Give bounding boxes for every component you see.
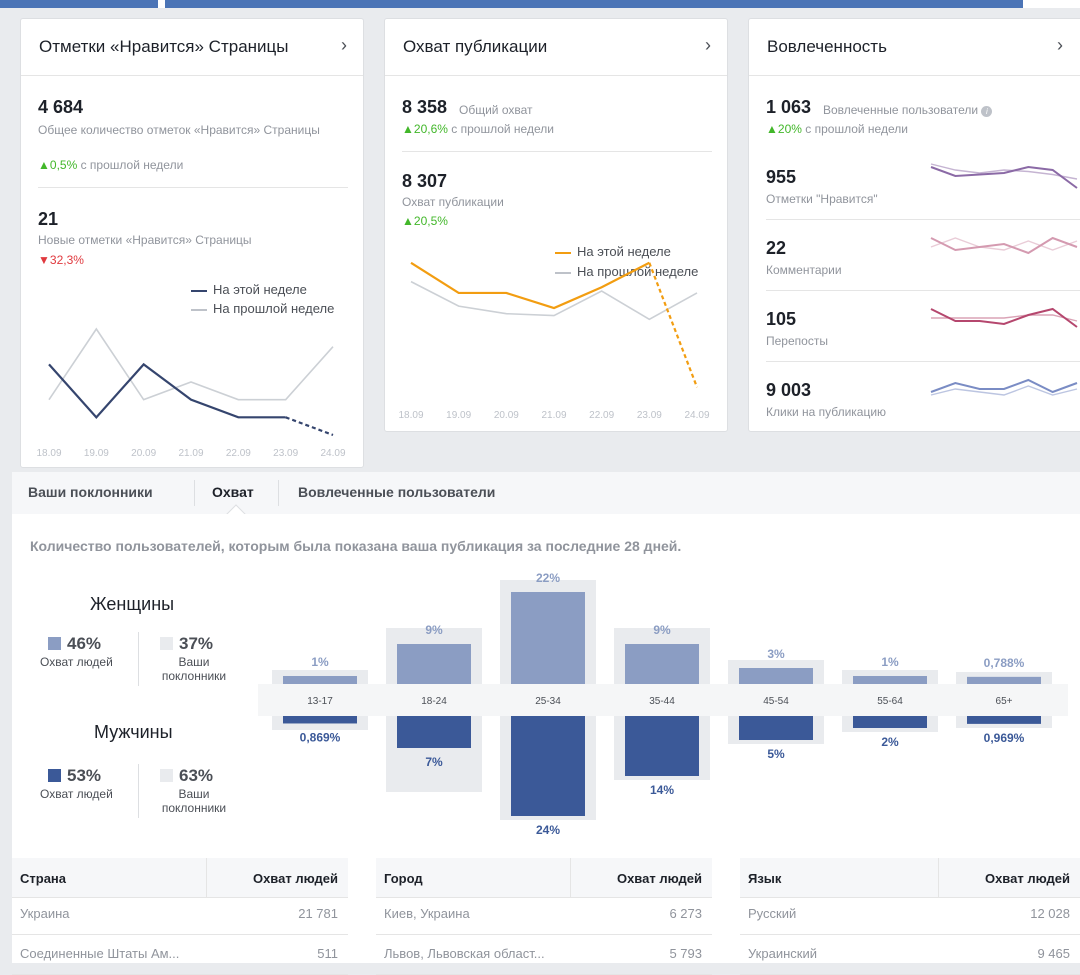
date-tick: 21.09: [178, 448, 203, 459]
row-divider: [12, 934, 348, 935]
women-pct-label: 1%: [881, 655, 899, 669]
men-pct-label: 0,969%: [984, 731, 1025, 745]
table-header: Город Охват людей: [376, 858, 712, 898]
table-cell-name: Украина: [20, 906, 70, 921]
women-pct-label: 1%: [311, 655, 329, 669]
table-cell-name: Украинский: [748, 946, 817, 961]
top-nav-bar: [0, 0, 1080, 8]
table-cell-name: Львов, Львовская област...: [384, 946, 545, 961]
men-pct-label: 7%: [425, 755, 443, 769]
men-pct-label: 0,869%: [300, 730, 341, 744]
date-tick: 20.09: [131, 448, 156, 459]
table-header: Страна Охват людей: [12, 858, 348, 898]
table-cell-value: 12 028: [1030, 906, 1070, 921]
nav-block-left: [0, 0, 158, 8]
audience-panel: Количество пользователей, которым была п…: [12, 514, 1080, 975]
date-tick: 22.09: [589, 410, 614, 421]
tab-divider: [278, 480, 279, 506]
sparkline: [930, 236, 1078, 255]
women-reach-bar[interactable]: [853, 676, 927, 684]
women-reach-bar[interactable]: [283, 676, 357, 684]
row-divider: [740, 934, 1080, 935]
age-tick: 65+: [996, 696, 1013, 707]
men-reach-bar[interactable]: [739, 716, 813, 740]
reach-line-chart: 18.09 19.09 20.09 21.09 22.09 23.09 24.09: [398, 261, 710, 421]
column-header[interactable]: Охват людей: [985, 871, 1070, 886]
table-cell-value: 6 273: [669, 906, 702, 921]
men-pct-label: 2%: [881, 735, 899, 749]
age-tick: 35-44: [649, 696, 675, 707]
column-header[interactable]: Город: [384, 871, 423, 886]
men-reach-bar[interactable]: [397, 716, 471, 748]
engagement-sparklines: [930, 163, 1078, 396]
men-pct-label: 5%: [767, 747, 785, 761]
men-reach-bar[interactable]: [967, 716, 1041, 724]
this-week-line: [410, 261, 650, 310]
table-cell-value: 511: [317, 946, 338, 961]
table-cell-value: 5 793: [669, 946, 702, 961]
likes-line-chart: 18.09 19.09 20.09 21.09 22.09 23.09 24.09: [36, 327, 346, 459]
women-pct-label: 22%: [536, 571, 560, 585]
age-tick: 45-54: [763, 696, 789, 707]
men-pct-label: 14%: [650, 783, 674, 797]
men-reach-bar[interactable]: [853, 716, 927, 728]
men-reach-bar[interactable]: [625, 716, 699, 776]
column-divider: [570, 858, 571, 898]
column-header[interactable]: Охват людей: [253, 871, 338, 886]
date-tick: 23.09: [637, 410, 662, 421]
age-tick: 13-17: [307, 696, 333, 707]
women-reach-bar[interactable]: [397, 644, 471, 684]
men-pct-label: 24%: [536, 823, 560, 837]
prev-week-line: [48, 327, 334, 401]
date-tick: 22.09: [226, 448, 251, 459]
column-divider: [206, 858, 207, 898]
column-header[interactable]: Страна: [20, 871, 66, 886]
this-week-projection: [285, 416, 334, 437]
date-tick: 20.09: [494, 410, 519, 421]
nav-block-main: [165, 0, 1023, 8]
tab-reach[interactable]: Охват: [212, 484, 254, 500]
row-divider: [376, 934, 712, 935]
date-tick: 19.09: [84, 448, 109, 459]
post-reach-card: Охват публикации › 8 358 Общий охват ▲20…: [384, 18, 728, 432]
tab-engaged-users[interactable]: Вовлеченные пользователи: [298, 484, 495, 500]
table-cell-name: Киев, Украина: [384, 906, 470, 921]
women-reach-bar[interactable]: [511, 592, 585, 684]
women-pct-label: 0,788%: [984, 656, 1025, 670]
column-header[interactable]: Охват людей: [617, 871, 702, 886]
women-reach-bar[interactable]: [739, 668, 813, 684]
age-tick: 55-64: [877, 696, 903, 707]
table-cell-value: 9 465: [1037, 946, 1070, 961]
age-gender-chart: 13-17 1% 0,869% 18-24 9% 7% 25-34 22% 24% 35-44 9%…: [258, 571, 1068, 837]
table-cell-value: 21 781: [298, 906, 338, 921]
women-reach-bar[interactable]: [967, 676, 1041, 684]
age-tick: 18-24: [421, 696, 447, 707]
audience-tabs: Ваши поклонники Охват Вовлеченные пользо…: [12, 472, 1080, 516]
men-reach-bar[interactable]: [511, 716, 585, 816]
date-tick: 19.09: [446, 410, 471, 421]
date-tick: 18.09: [398, 410, 423, 421]
date-tick: 21.09: [541, 410, 566, 421]
engagement-card: Вовлеченность › 1 063 Вовлеченные пользо…: [748, 18, 1080, 432]
page-likes-card: Отметки «Нравится» Страницы › 4 684 Обще…: [20, 18, 364, 468]
table-cell-name: Соединенные Штаты Ам...: [20, 946, 180, 961]
this-week-projection: [648, 262, 699, 388]
women-reach-bar[interactable]: [625, 644, 699, 684]
women-pct-label: 9%: [653, 623, 671, 637]
table-header: Язык Охват людей: [740, 858, 1080, 898]
prev-week-line: [410, 280, 698, 321]
tab-fans[interactable]: Ваши поклонники: [28, 484, 153, 500]
tab-divider: [194, 480, 195, 506]
date-tick: 24.09: [320, 448, 345, 459]
column-header[interactable]: Язык: [748, 871, 781, 886]
date-tick: 24.09: [684, 410, 709, 421]
women-pct-label: 9%: [425, 623, 443, 637]
date-tick: 23.09: [273, 448, 298, 459]
men-reach-bar[interactable]: [283, 716, 357, 724]
date-tick: 18.09: [36, 448, 61, 459]
age-tick: 25-34: [535, 696, 561, 707]
table-cell-name: Русский: [748, 906, 797, 921]
column-divider: [938, 858, 939, 898]
women-pct-label: 3%: [767, 647, 785, 661]
